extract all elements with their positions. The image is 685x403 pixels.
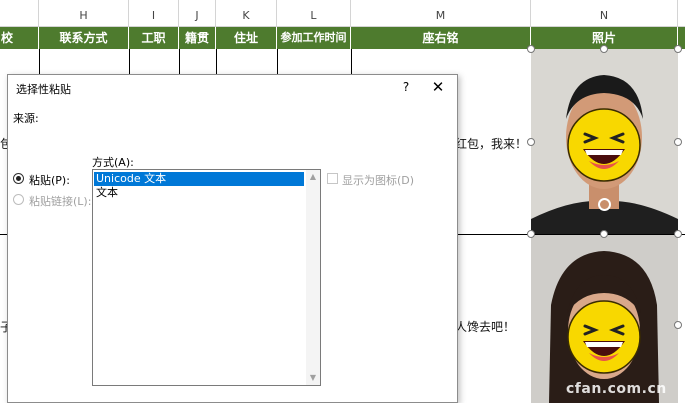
smiley-icon [567, 300, 641, 374]
resize-handle[interactable] [527, 45, 535, 53]
resize-handle[interactable] [527, 138, 535, 146]
list-scrollbar[interactable]: ▲ ▼ [306, 170, 320, 385]
resize-handle[interactable] [674, 321, 682, 329]
display-as-icon-label[interactable]: 显示为图标(D) [342, 172, 414, 188]
table-header-row: 校 联系方式 工职 籍贯 住址 参加工作时间 座右铭 照片 [0, 27, 685, 49]
column-g-partial[interactable] [0, 0, 39, 27]
row1-motto-cell[interactable]: 红包，我来！ [455, 135, 527, 152]
smiley-icon [567, 108, 641, 182]
watermark: cfan.com.cn [566, 381, 667, 397]
resize-handle[interactable] [527, 230, 535, 238]
header-contact[interactable]: 联系方式 [39, 27, 129, 49]
source-label: 来源: [13, 112, 39, 125]
column-header-bar: H I J K L M N [0, 0, 685, 27]
display-as-icon-checkbox[interactable] [327, 173, 338, 184]
list-item-text[interactable]: 文本 [94, 186, 304, 200]
header-school[interactable]: 校 [0, 27, 39, 49]
paste-link-radio[interactable] [13, 194, 24, 205]
paste-radio[interactable] [13, 173, 24, 184]
excel-window: H I J K L M N 校 联系方式 工职 籍贯 住址 参加工作时间 座右铭… [0, 0, 685, 403]
close-button[interactable]: ✕ [428, 77, 448, 97]
help-button[interactable]: ? [396, 77, 416, 97]
column-letter-l[interactable]: L [277, 0, 351, 27]
column-letter-h[interactable]: H [39, 0, 129, 27]
rotate-handle-icon[interactable] [598, 198, 611, 211]
header-start-date[interactable]: 参加工作时间 [277, 27, 351, 49]
header-address[interactable]: 住址 [216, 27, 277, 49]
paste-radio-label[interactable]: 粘贴(P): [29, 172, 70, 188]
scroll-up-icon[interactable]: ▲ [306, 170, 320, 184]
mode-label: 方式(A): [92, 156, 134, 169]
resize-handle[interactable] [674, 230, 682, 238]
employee-photo-2[interactable] [531, 235, 678, 403]
resize-handle[interactable] [600, 45, 608, 53]
column-letter-m[interactable]: M [351, 0, 531, 27]
paste-special-dialog: 选择性粘贴 ? ✕ 来源: 方式(A): 粘贴(P): 粘贴链接(L): Uni… [7, 74, 458, 403]
column-letter-n[interactable]: N [531, 0, 678, 27]
dialog-title: 选择性粘贴 [16, 83, 71, 96]
paste-link-radio-label[interactable]: 粘贴链接(L): [29, 193, 91, 209]
column-letter-j[interactable]: J [179, 0, 216, 27]
column-letter-i[interactable]: I [129, 0, 179, 27]
resize-handle[interactable] [600, 230, 608, 238]
resize-handle[interactable] [674, 138, 682, 146]
header-motto[interactable]: 座右铭 [351, 27, 531, 49]
header-hometown[interactable]: 籍贯 [179, 27, 216, 49]
scroll-down-icon[interactable]: ▼ [306, 371, 320, 385]
resize-handle[interactable] [674, 45, 682, 53]
row2-motto-cell[interactable]: 人馋去吧！ [455, 318, 515, 335]
header-job[interactable]: 工职 [129, 27, 179, 49]
column-letter-k[interactable]: K [216, 0, 277, 27]
paste-mode-list[interactable]: Unicode 文本 文本 ▲ ▼ [92, 169, 321, 386]
list-item-unicode-text[interactable]: Unicode 文本 [94, 172, 304, 186]
